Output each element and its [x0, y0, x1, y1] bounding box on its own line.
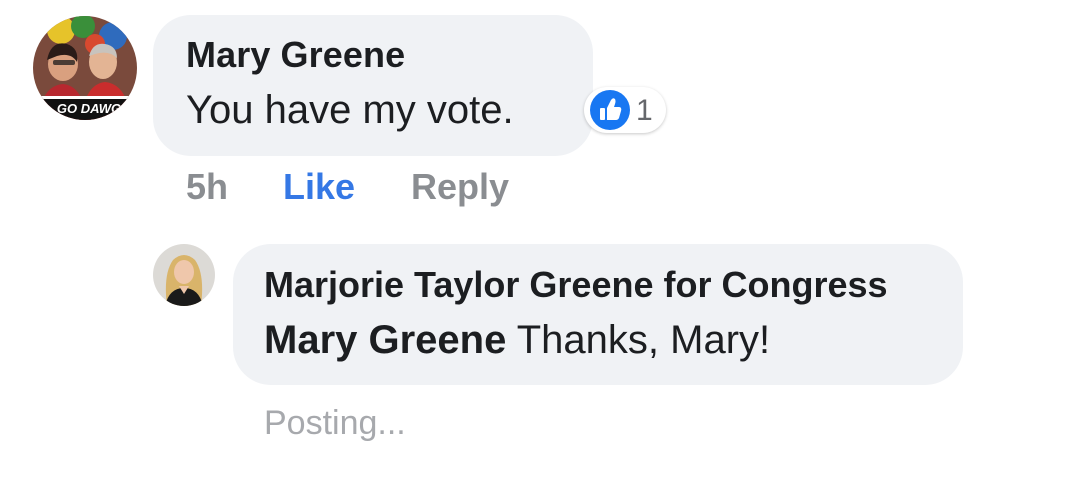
comment-author-name[interactable]: Mary Greene — [186, 34, 405, 76]
avatar-caption: GO DAWG — [57, 101, 121, 116]
reply-text: Mary Greene Thanks, Mary! — [264, 318, 770, 363]
like-button[interactable]: Like — [283, 166, 355, 208]
posting-status: Posting... — [264, 404, 406, 442]
reply-author-name[interactable]: Marjorie Taylor Greene for Congress — [264, 264, 888, 306]
commenter-photo: GO DAWG — [33, 16, 137, 120]
reaction-count: 1 — [636, 94, 653, 127]
replier-photo — [153, 244, 215, 306]
reply-button[interactable]: Reply — [411, 166, 509, 208]
commenter-avatar[interactable]: GO DAWG — [33, 16, 137, 120]
thumbs-up-icon — [590, 90, 630, 130]
reply-mention-link[interactable]: Mary Greene — [264, 318, 506, 362]
replier-avatar[interactable] — [153, 244, 215, 306]
comment-timestamp[interactable]: 5h — [186, 166, 228, 208]
comment-text: You have my vote. — [186, 88, 514, 132]
reply-message: Thanks, Mary! — [516, 318, 771, 362]
